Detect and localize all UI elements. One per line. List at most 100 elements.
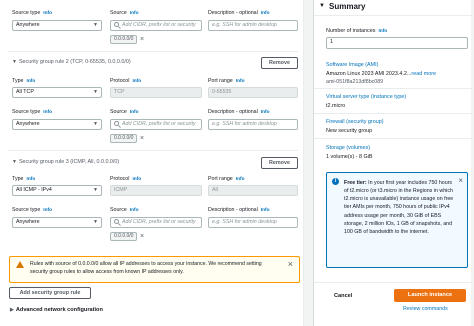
info-link[interactable]: Info <box>130 11 139 16</box>
source-type-select[interactable]: Anywhere ▼ <box>12 119 102 130</box>
info-link[interactable]: Info <box>132 79 141 84</box>
search-icon <box>114 22 119 27</box>
firewall-value: New security group <box>326 128 373 134</box>
source-type-label: Source type Info <box>12 10 53 16</box>
chip-remove-icon[interactable]: × <box>140 233 144 240</box>
info-link[interactable]: Info <box>26 177 35 182</box>
type-select[interactable]: All ICMP - IPv4 ▼ <box>12 185 102 196</box>
launch-instance-button[interactable]: Launch instance <box>394 289 466 302</box>
description-input[interactable]: e.g. SSH for admin desktop <box>208 119 298 130</box>
ami-link[interactable]: Software Image (AMI) <box>326 62 378 68</box>
free-tier-title: Free tier: <box>344 180 367 186</box>
port-range-label: Port range Info <box>208 176 245 182</box>
info-link[interactable]: Info <box>236 177 245 182</box>
source-label: Source Info <box>110 207 139 213</box>
number-of-instances-input[interactable]: 1 <box>326 37 468 49</box>
type-label: Type Info <box>12 78 36 84</box>
source-label: Source Info <box>110 10 139 16</box>
rule-2-title[interactable]: ▼ Security group rule 2 (TCP, 0-65535, 0.… <box>12 59 131 65</box>
source-type-select[interactable]: Anywhere ▼ <box>12 20 102 31</box>
instance-type-value: t2.micro <box>326 103 346 109</box>
info-link[interactable]: Info <box>236 79 245 84</box>
open-access-warning: Rules with source of 0.0.0.0/0 allow all… <box>9 256 300 283</box>
summary-panel: ▼ Summary Number of instances Info 1 Soft… <box>313 0 472 326</box>
description-label: Description - optional Info <box>208 10 270 16</box>
firewall-link[interactable]: Firewall (security group) <box>326 119 384 125</box>
caret-down-icon: ▼ <box>93 89 98 95</box>
description-input[interactable]: e.g. SSH for admin desktop <box>208 20 298 31</box>
port-range-field: 0-65535 <box>208 87 298 98</box>
chip-remove-icon[interactable]: × <box>140 36 144 43</box>
rule-3-title[interactable]: ▼ Security group rule 3 (ICMP, All, 0.0.0… <box>12 159 119 165</box>
info-link[interactable]: Info <box>261 208 270 213</box>
port-range-field: All <box>208 185 298 196</box>
chevron-down-icon: ▼ <box>12 59 17 65</box>
info-link[interactable]: Info <box>378 29 387 34</box>
close-icon[interactable]: × <box>458 176 463 185</box>
storage-link[interactable]: Storage (volumes) <box>326 145 370 151</box>
free-tier-text: Free tier: In your first year includes 7… <box>344 180 454 235</box>
port-range-label: Port range Info <box>208 78 245 84</box>
protocol-field: TCP <box>110 87 202 98</box>
divider <box>314 282 472 283</box>
advanced-network-configuration-toggle[interactable]: ▶ Advanced network configuration <box>10 307 103 313</box>
caret-down-icon: ▼ <box>93 219 98 225</box>
cancel-button[interactable]: Cancel <box>334 293 352 299</box>
info-link[interactable]: Info <box>43 11 52 16</box>
info-link[interactable]: Info <box>261 110 270 115</box>
remove-rule-3-button[interactable]: Remove <box>261 157 298 169</box>
type-select[interactable]: All TCP ▼ <box>12 87 102 98</box>
source-type-label: Source type Info <box>12 109 53 115</box>
divider <box>314 88 472 89</box>
search-icon <box>114 121 119 126</box>
free-tier-notice: i Free tier: In your first year includes… <box>326 172 468 268</box>
close-icon[interactable]: × <box>288 259 293 269</box>
divider <box>8 51 298 52</box>
info-link[interactable]: Info <box>26 79 35 84</box>
info-link[interactable]: Info <box>43 110 52 115</box>
source-type-select[interactable]: Anywhere ▼ <box>12 217 102 228</box>
protocol-label: Protocol Info <box>110 78 142 84</box>
read-more-link[interactable]: read more <box>411 71 436 77</box>
protocol-field: ICMP <box>110 185 202 196</box>
warning-icon <box>16 261 24 268</box>
caret-down-icon: ▼ <box>93 121 98 127</box>
summary-header[interactable]: ▼ Summary <box>314 0 472 16</box>
ami-id: ami-051f8a213df8bc089 <box>326 79 384 85</box>
chip-remove-icon[interactable]: × <box>140 135 144 142</box>
summary-title: Summary <box>329 2 366 11</box>
info-link[interactable]: Info <box>130 110 139 115</box>
info-link[interactable]: Info <box>132 177 141 182</box>
source-search-input[interactable]: Add CIDR, prefix list or security <box>110 20 202 31</box>
chevron-down-icon: ▼ <box>12 159 17 165</box>
remove-rule-2-button[interactable]: Remove <box>261 57 298 69</box>
instance-type-link[interactable]: Virtual server type (instance type) <box>326 94 406 100</box>
description-input[interactable]: e.g. SSH for admin desktop <box>208 217 298 228</box>
source-type-label: Source type Info <box>12 207 53 213</box>
add-security-group-rule-button[interactable]: Add security group rule <box>9 287 91 299</box>
description-label: Description - optional Info <box>208 207 270 213</box>
warning-text: Rules with source of 0.0.0.0/0 allow all… <box>30 261 262 275</box>
divider <box>314 113 472 114</box>
caret-down-icon: ▼ <box>93 22 98 28</box>
divider <box>8 150 298 151</box>
source-search-input[interactable]: Add CIDR, prefix list or security <box>110 119 202 130</box>
source-chip: 0.0.0.0/0 <box>110 35 138 44</box>
protocol-label: Protocol Info <box>110 176 142 182</box>
caret-down-icon: ▼ <box>93 187 98 193</box>
description-label: Description - optional Info <box>208 109 270 115</box>
source-label: Source Info <box>110 109 139 115</box>
review-commands-link[interactable]: Review commands <box>403 306 448 312</box>
instances-label: Number of instances Info <box>326 28 388 34</box>
divider <box>314 138 472 139</box>
info-link[interactable]: Info <box>261 11 270 16</box>
chevron-down-icon: ▼ <box>319 3 325 9</box>
caret-right-icon: ▶ <box>10 307 14 313</box>
info-link[interactable]: Info <box>130 208 139 213</box>
info-icon: i <box>332 178 339 185</box>
security-group-rules-panel: Source type Info Source Info Description -… <box>0 0 304 326</box>
source-search-input[interactable]: Add CIDR, prefix list or security <box>110 217 202 228</box>
info-link[interactable]: Info <box>43 208 52 213</box>
source-chip: 0.0.0.0/0 <box>110 232 138 241</box>
search-icon <box>114 219 119 224</box>
